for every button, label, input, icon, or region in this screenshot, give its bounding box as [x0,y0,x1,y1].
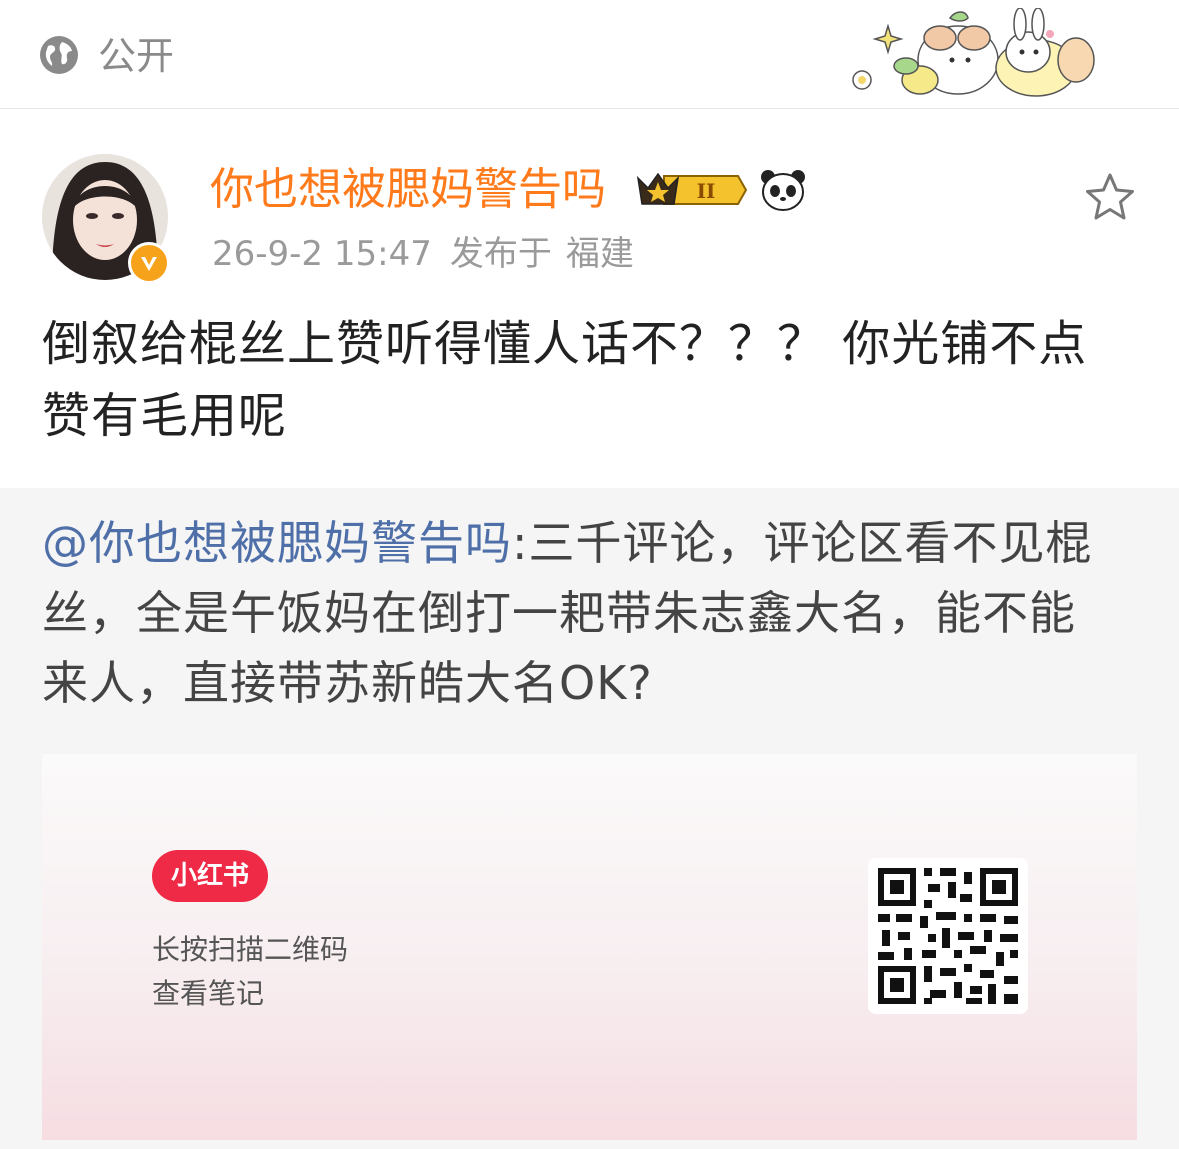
crown-rank-badge-icon: II [636,172,748,205]
share-card[interactable]: 小红书 长按扫描二维码 查看笔记 [42,754,1137,1140]
post-text-line2: 赞有毛用呢 [42,388,288,444]
qr-code[interactable] [868,858,1028,1014]
mention-link[interactable]: @你也想被腮妈警告吗 [42,516,512,570]
username[interactable]: 你也想被腮妈警告吗 [210,160,606,220]
repost-block[interactable]: @你也想被腮妈警告吗:三千评论，评论区看不见棍 丝，全是午饭妈在倒打一耙带朱志鑫… [0,488,1179,1149]
timestamp: 26-9-2 15:47 [212,234,432,274]
repost-text-line2: 丝，全是午饭妈在倒打一耙带朱志鑫大名，能不能 [42,586,1076,640]
post-meta: 26-9-2 15:47 发布于 福建 [212,228,652,280]
sticker-illustration [852,8,1095,97]
view-note-instruction: 查看笔记 [152,977,265,1010]
rank-badge-label: II [697,179,716,203]
star-icon[interactable] [1082,170,1138,226]
panda-icon [761,170,805,211]
location-prefix: 发布于 [449,234,552,274]
post-text-line1: 倒叙给棍丝上赞听得懂人话不？？？ 你光铺不点 [42,316,1088,372]
scan-instruction: 长按扫描二维码 [152,933,349,966]
visibility-label: 公开 [98,34,175,78]
repost-text-line3: 来人，直接带苏新皓大名OK? [42,656,653,710]
repost-text-line1: :三千评论，评论区看不见棍 [512,516,1093,570]
visibility-bar: 公开 [0,0,1179,109]
verified-v-icon [128,242,170,284]
xiaohongshu-logo: 小红书 [152,850,268,902]
globe-icon [40,36,78,74]
post-body: 倒叙给棍丝上赞听得懂人话不？？？ 你光铺不点 赞有毛用呢 [42,308,1142,452]
location: 福建 [565,234,634,274]
repost-text: @你也想被腮妈警告吗:三千评论，评论区看不见棍 丝，全是午饭妈在倒打一耙带朱志鑫… [42,508,1142,718]
user-badges: II [634,164,808,216]
